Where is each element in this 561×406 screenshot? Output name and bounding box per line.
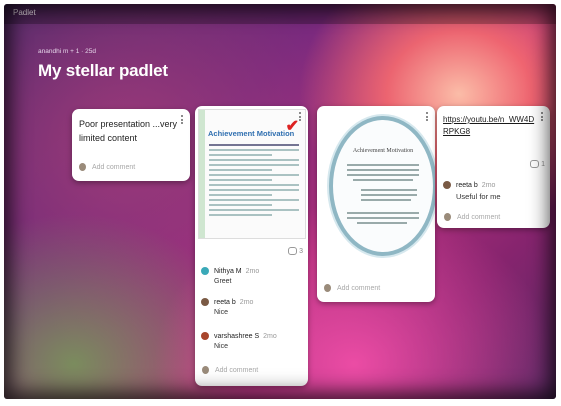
user-avatar-icon [202, 366, 209, 374]
add-comment-button[interactable]: Add comment [79, 163, 135, 171]
comment-icon [530, 160, 540, 168]
post-menu-icon[interactable] [299, 112, 302, 123]
comment: varshashree S 2mo Nice [201, 332, 277, 350]
add-comment-label: Add comment [457, 213, 501, 221]
add-comment-button[interactable]: Add comment [324, 284, 380, 292]
slide-accent [199, 110, 205, 238]
post-card[interactable]: ✔ Achievement Motivation 3 Nithya M 2mo G… [195, 106, 308, 386]
comment: reeta b 2mo Nice [201, 298, 253, 316]
top-bar: Padlet [4, 4, 556, 24]
comment: reeta b 2mo Useful for me [443, 181, 501, 201]
avatar [201, 332, 209, 340]
add-comment-label: Add comment [215, 366, 259, 374]
add-comment-button[interactable]: Add comment [444, 213, 500, 221]
image-title: Achievement Motivation [352, 148, 414, 154]
avatar [201, 267, 209, 275]
avatar [443, 181, 451, 189]
user-avatar-icon [444, 213, 451, 221]
slide-title: Achievement Motivation [208, 129, 295, 138]
add-comment-button[interactable]: Add comment [202, 366, 258, 374]
post-card[interactable]: Poor presentation ...very limited conten… [72, 109, 190, 181]
post-image[interactable]: Achievement Motivation [329, 116, 435, 256]
brand-logo[interactable]: Padlet [13, 8, 36, 17]
comment-icon [288, 247, 298, 255]
post-image[interactable]: ✔ Achievement Motivation [198, 109, 306, 239]
comment: Nithya M 2mo Greet [201, 267, 259, 285]
board-meta: anandhi m + 1 · 25d [38, 48, 96, 55]
post-link[interactable]: https://youtu.be/n_WW4DRPKG8 [443, 114, 539, 138]
user-avatar-icon [79, 163, 86, 171]
post-menu-icon[interactable] [426, 112, 429, 123]
user-avatar-icon [324, 284, 331, 292]
post-menu-icon[interactable] [541, 112, 544, 123]
comment-count: 3 [288, 247, 303, 255]
add-comment-label: Add comment [92, 163, 136, 171]
comment-count: 1 [530, 160, 545, 168]
avatar [201, 298, 209, 306]
slide-text-lines [209, 144, 299, 219]
post-card[interactable]: https://youtu.be/n_WW4DRPKG8 1 reeta b 2m… [437, 106, 550, 228]
post-menu-icon[interactable] [181, 115, 184, 126]
board-title: My stellar padlet [38, 61, 168, 80]
padlet-board: Padlet anandhi m + 1 · 25d My stellar pa… [4, 4, 556, 399]
post-title: Poor presentation ...very limited conten… [79, 119, 178, 143]
post-card[interactable]: Achievement Motivation Add comment [317, 106, 435, 302]
add-comment-label: Add comment [337, 284, 381, 292]
